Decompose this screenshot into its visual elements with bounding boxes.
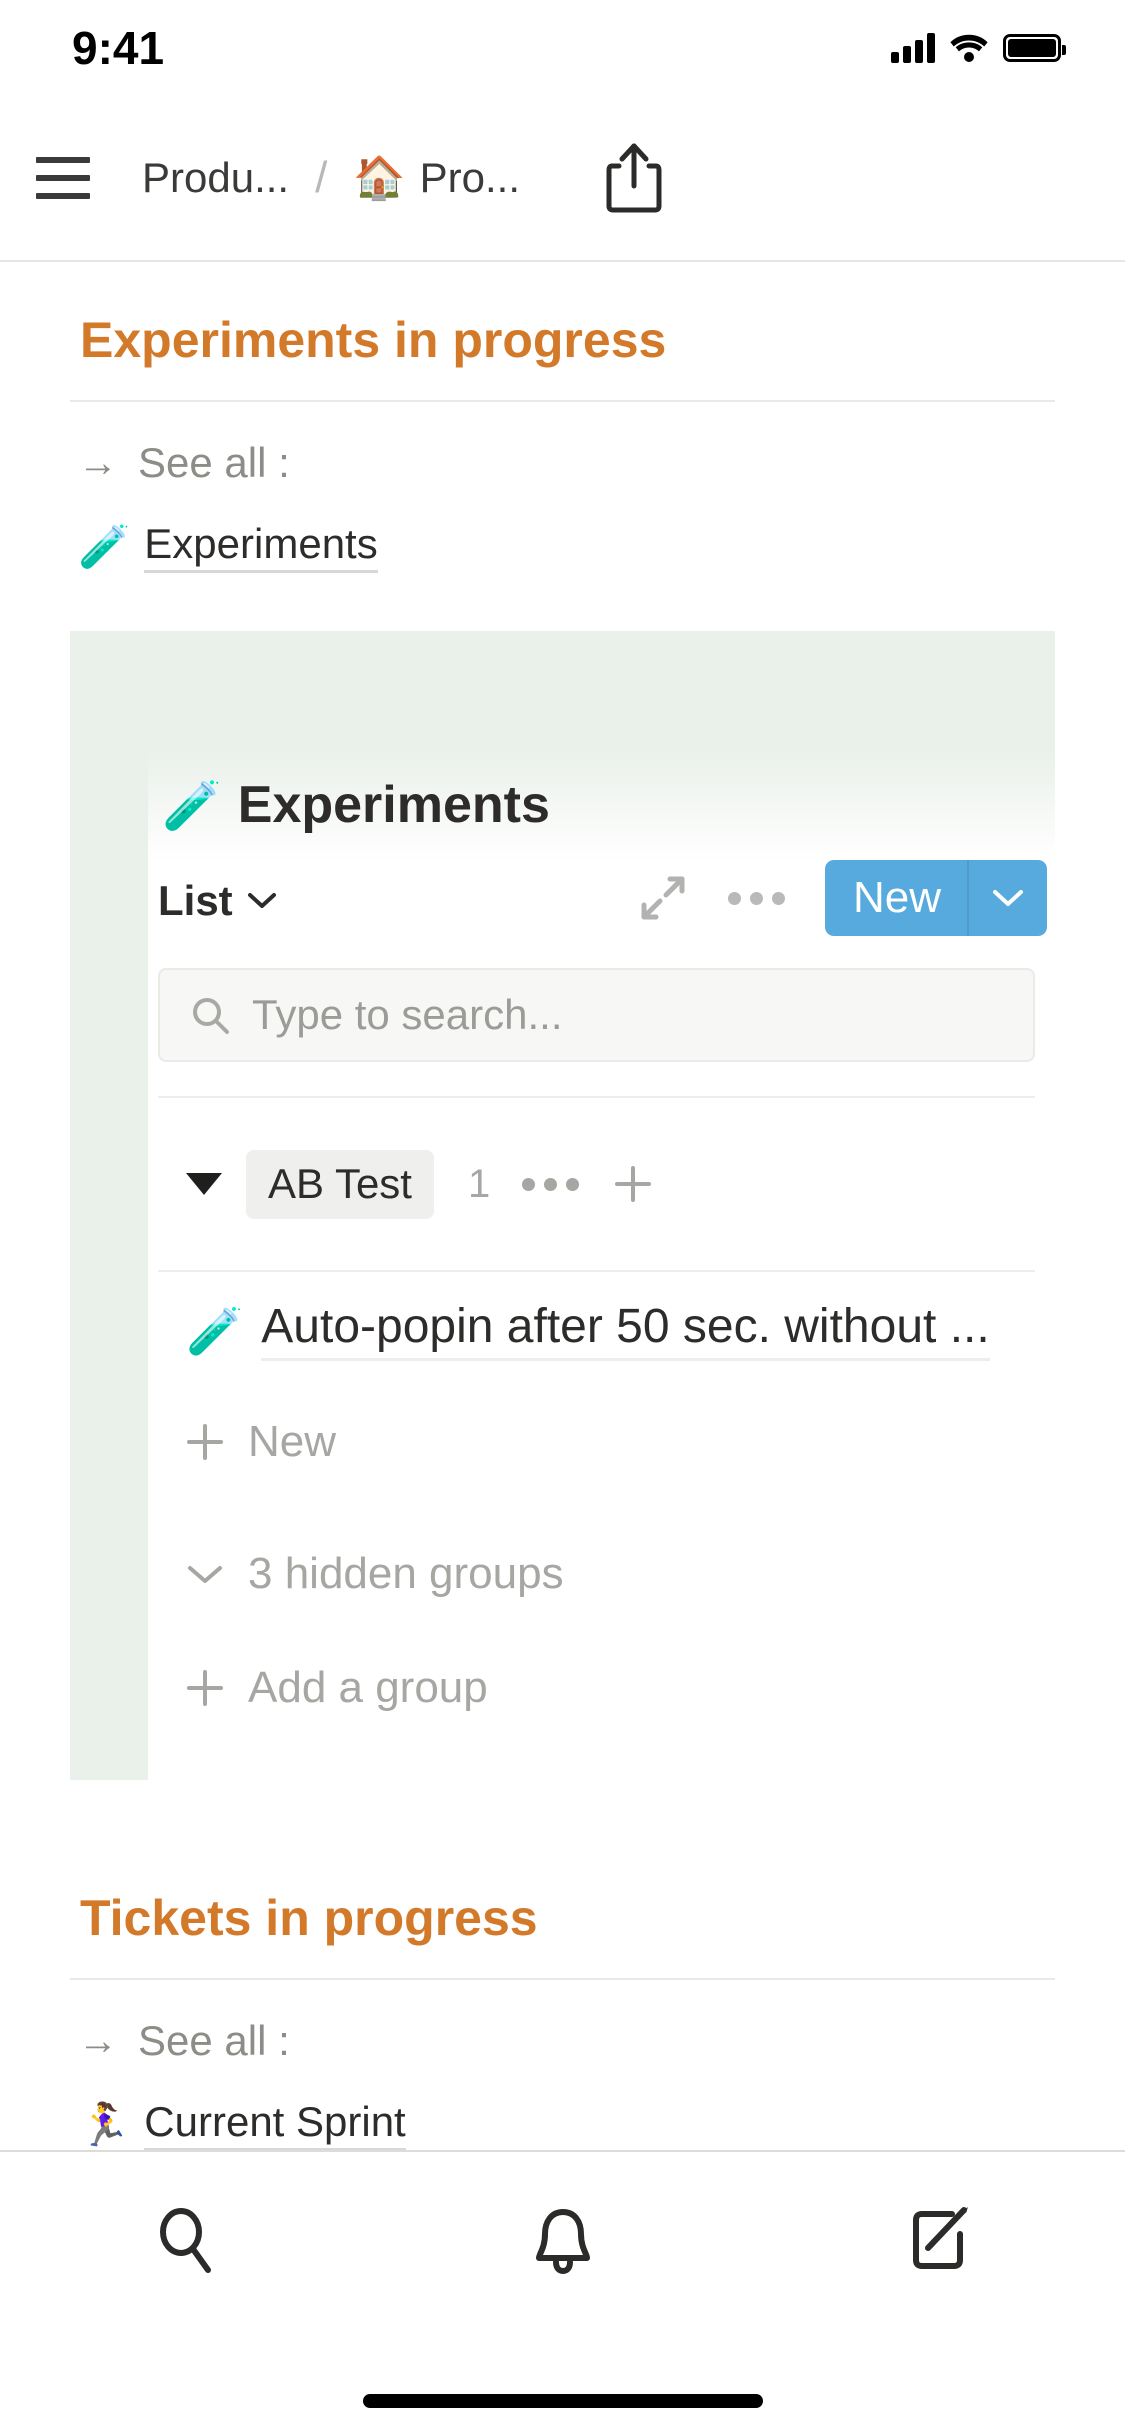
status-indicators [891,33,1066,63]
battery-full-icon [1003,34,1066,62]
group-name-chip[interactable]: AB Test [246,1150,434,1219]
hamburger-menu-icon[interactable] [36,157,90,199]
arrow-right-icon: → [78,441,118,485]
home-indicator [362,2394,763,2408]
embedded-db-toolbar: List New [70,834,1055,938]
bottom-tab-bar [0,2150,1125,2436]
test-tube-icon: 🧪 [78,523,131,571]
embedded-db-title[interactable]: 🧪 Experiments [70,631,1055,834]
new-button-dropdown[interactable] [969,860,1047,936]
compose-icon [912,2207,968,2269]
search-input[interactable]: Type to search... [158,968,1035,1063]
see-all-label: See all : [138,439,290,486]
status-time: 9:41 [72,22,165,74]
compose-tab[interactable] [750,2200,1125,2280]
section-title-tickets: Tickets in progress [80,1890,538,1947]
test-tube-icon: 🧪 [162,780,222,834]
chevron-down-icon [993,890,1023,907]
runner-icon: 🏃‍♀️ [78,2101,131,2149]
add-group-button[interactable]: Add a group [158,1640,1055,1744]
new-button-group[interactable]: New [824,860,1047,937]
breadcrumb-current[interactable]: Pro... [420,157,520,199]
notifications-tab[interactable] [375,2200,750,2280]
add-group-label: Add a group [248,1663,488,1713]
database-link-current-sprint[interactable]: 🏃‍♀️ Current Sprint [0,2100,1125,2150]
breadcrumb: Produ... / 🏠 Pro... [142,154,520,203]
arrow-right-icon: → [78,2019,118,2064]
ellipsis-icon[interactable] [522,1177,580,1191]
new-row-label: New [248,1417,337,1467]
database-link-label: Experiments [144,521,378,574]
house-icon: 🏠 [353,153,406,201]
toolbar-actions: New [640,860,1047,937]
section-tickets: Tickets in progress → See all : 🏃‍♀️ Cur… [0,1888,1125,2150]
plus-icon [187,1670,223,1707]
plus-icon [187,1424,223,1461]
search-icon [159,2208,211,2273]
group-header-row: AB Test 1 [158,1096,1035,1273]
page-title: Experiments in progress [80,312,667,368]
hidden-groups-label: 3 hidden groups [248,1549,564,1599]
embedded-db-title-text: Experiments [237,776,550,835]
bell-icon [535,2209,590,2275]
plus-icon[interactable] [611,1162,655,1206]
status-bar: 9:41 [0,0,1125,96]
new-button[interactable]: New [825,860,967,936]
test-tube-icon: 🧪 [186,1304,244,1357]
list-item-title: Auto-popin after 50 sec. without ... [261,1302,990,1361]
view-name: List [158,877,233,925]
card-bottom-padding [70,1744,1055,1780]
breadcrumb-separator: / [315,153,328,202]
embedded-database-card: 🧪 Experiments List New Type to search...… [70,631,1055,1781]
expand-arrows-icon[interactable] [640,875,686,921]
search-tab[interactable] [0,2200,375,2280]
database-link-label: Current Sprint [144,2100,406,2150]
new-row-button[interactable]: New [158,1390,1055,1494]
chevron-down-icon [188,1566,222,1584]
database-link-experiments[interactable]: 🧪 Experiments [0,521,1125,574]
see-all-row-tickets: → See all : [0,2020,1125,2062]
cellular-signal-icon [891,33,935,63]
list-item[interactable]: 🧪 Auto-popin after 50 sec. without ... [158,1272,1035,1390]
triangle-down-icon[interactable] [186,1173,222,1196]
hidden-groups-toggle[interactable]: 3 hidden groups [158,1522,1055,1626]
nav-bar: Produ... / 🏠 Pro... [0,96,1125,262]
see-all-row: → See all : [0,442,1125,484]
divider [70,400,1055,402]
search-icon [193,998,229,1035]
wifi-icon [950,34,988,62]
share-icon[interactable] [606,142,662,214]
chevron-down-icon [247,893,276,909]
see-all-label: See all : [138,2017,290,2065]
group-count: 1 [467,1162,491,1207]
page-content: Experiments in progress → See all : 🧪 Ex… [0,262,1125,2150]
view-selector[interactable]: List [158,880,277,922]
ellipsis-icon[interactable] [727,891,785,905]
breadcrumb-parent[interactable]: Produ... [142,157,289,199]
search-placeholder: Type to search... [252,991,563,1039]
divider [70,1978,1055,1981]
